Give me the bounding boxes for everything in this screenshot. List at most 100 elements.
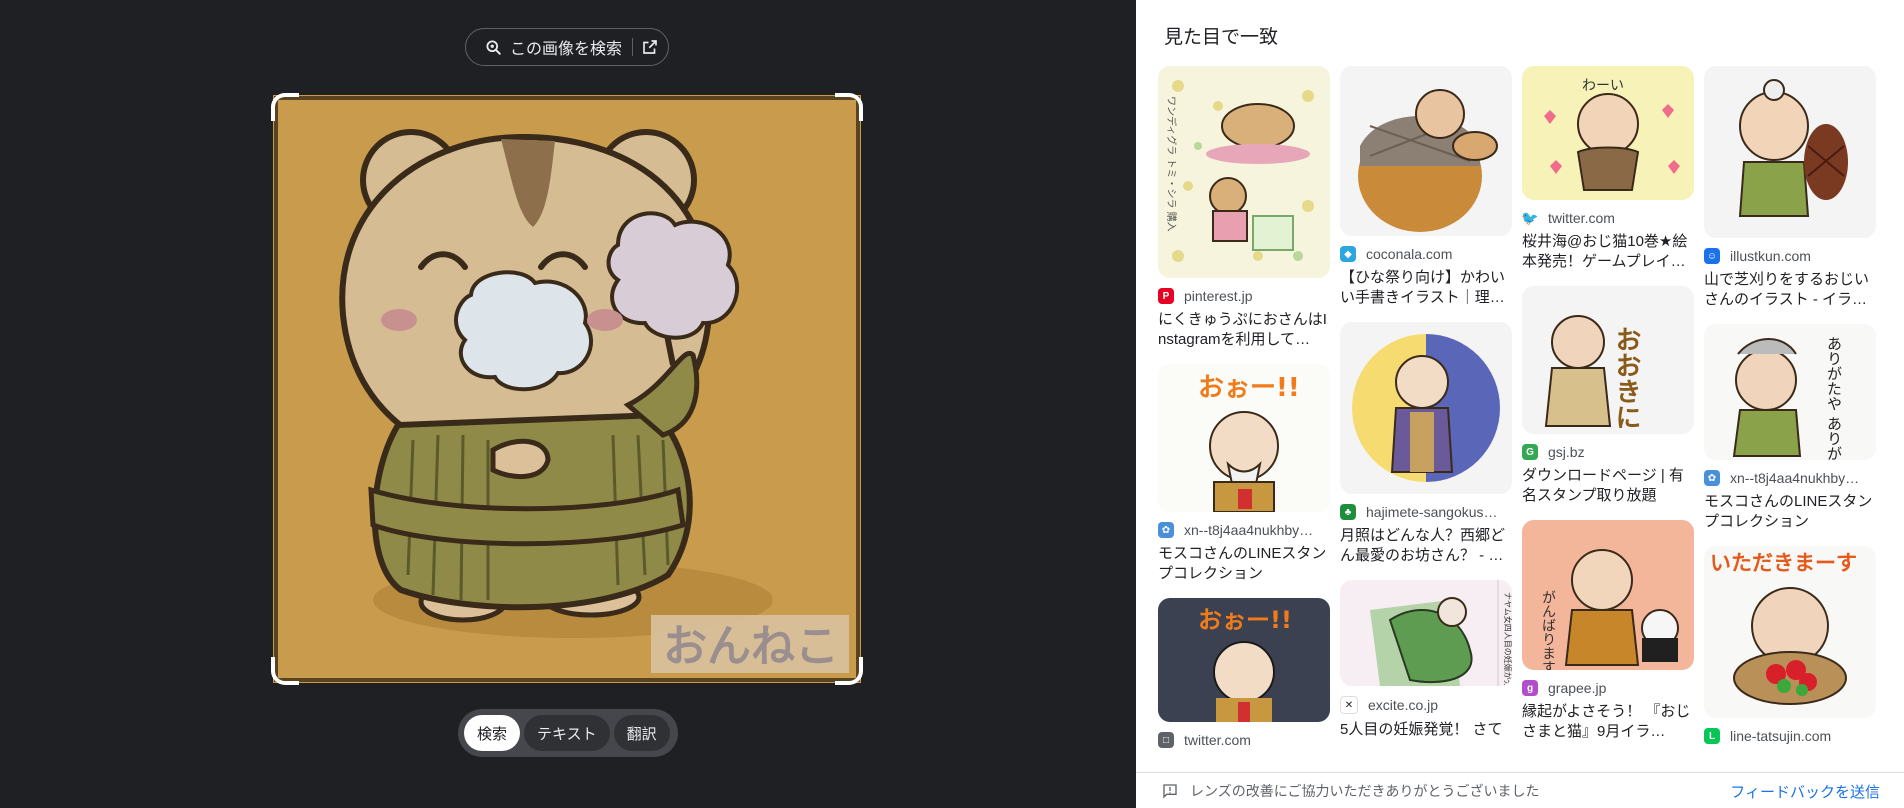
result-thumbnail[interactable]: おおきに (1522, 286, 1694, 434)
selected-image-crop[interactable]: おんねこ (271, 93, 863, 685)
twitter-icon: 🐦 (1522, 210, 1539, 226)
thumb-caption: おぉー!! (1198, 606, 1292, 634)
source-domain: excite.co.jp (1368, 697, 1439, 713)
excite-icon: ✕ (1340, 696, 1358, 714)
source-domain: twitter.com (1184, 732, 1251, 748)
feedback-message: レンズの改善にご協力いただきありがとうございました (1190, 783, 1540, 799)
result-thumbnail[interactable]: わーい (1522, 66, 1694, 200)
mode-search-button[interactable]: 検索 (464, 715, 521, 751)
result-title[interactable]: モスコさんのLINEスタンプコレクション (1158, 544, 1330, 584)
thumb-caption: わーい (1582, 78, 1624, 94)
result-title[interactable]: モスコさんのLINEスタンプコレクション (1704, 492, 1876, 532)
result-title[interactable]: 5人目の妊娠発覚！ さて (1340, 720, 1512, 740)
result-thumbnail[interactable] (1340, 322, 1512, 494)
source-domain: hajimete-sangokus… (1366, 504, 1498, 520)
thumb-caption: ナヤム女四人目の妊娠が分かる (1503, 592, 1512, 686)
result-thumbnail[interactable] (1340, 66, 1512, 236)
result-title[interactable]: 月照はどんな人？西郷どん最愛のお坊さん？ - … (1340, 526, 1512, 566)
result-card[interactable]: ワンディグラ トミ・シラ 購入 P pinterest.jp にくきゅうぷにおさ… (1158, 66, 1330, 350)
search-this-image-button[interactable]: この画像を検索 (465, 28, 669, 66)
send-feedback-link[interactable]: フィードバックを送信 (1730, 781, 1880, 802)
result-card[interactable]: いただきまーす L line-tatsujin.com (1704, 546, 1876, 744)
result-title[interactable]: 【ひな祭り向け】かわいい手書きイラスト｜理… (1340, 268, 1512, 308)
illustkun-icon: ☺ (1704, 248, 1720, 264)
source-domain: xn--t8j4aa4nukhby… (1184, 522, 1314, 538)
result-source: □ twitter.com (1158, 732, 1330, 748)
results-column-2: ◆ coconala.com 【ひな祭り向け】かわいい手書きイラスト｜理… ♣ … (1340, 66, 1512, 754)
source-domain: pinterest.jp (1184, 288, 1253, 304)
result-thumbnail[interactable] (1704, 66, 1876, 238)
source-domain: line-tatsujin.com (1730, 728, 1832, 744)
result-thumbnail[interactable]: ありがたや ありがたや (1704, 324, 1876, 460)
result-thumbnail[interactable]: ワンディグラ トミ・シラ 購入 (1158, 66, 1330, 278)
result-card[interactable]: ☺ illustkun.com 山で芝刈りをするおじいさんのイラスト - イラ… (1704, 66, 1876, 310)
feedback-footer: レンズの改善にご協力いただきありがとうございました フィードバックを送信 (1136, 772, 1904, 808)
result-source: G gsj.bz (1522, 444, 1694, 460)
site-favicon-icon: ✿ (1158, 522, 1174, 538)
lens-icon (486, 40, 501, 55)
result-card[interactable]: おぉー!! ✿ xn--t8j4aa4nukhby… モスコさんのLINEスタン… (1158, 364, 1330, 584)
site-favicon-icon: ♣ (1340, 504, 1356, 520)
crop-handle-bottom-right[interactable] (835, 657, 863, 685)
mode-switcher: 検索 テキスト 翻訳 (458, 709, 678, 757)
result-title[interactable]: にくきゅうぷにおさんはInstagramを利用して… (1158, 310, 1330, 350)
result-source: ☺ illustkun.com (1704, 248, 1876, 264)
source-domain: grapee.jp (1548, 680, 1607, 696)
pinterest-icon: P (1158, 288, 1174, 304)
result-thumbnail[interactable]: いただきまーす (1704, 546, 1876, 718)
result-thumbnail[interactable]: おぉー!! (1158, 598, 1330, 722)
result-source: ◆ coconala.com (1340, 246, 1512, 262)
hamster-illustration: おんねこ (273, 95, 861, 683)
result-card[interactable]: おぉー!! □ twitter.com (1158, 598, 1330, 748)
open-in-new-icon[interactable] (641, 38, 659, 56)
result-card[interactable]: ナヤム女四人目の妊娠が分かる ✕ excite.co.jp 5人目の妊娠発覚！ … (1340, 580, 1512, 740)
result-title[interactable]: 桜井海@おじ猫10巻★絵本発売！ゲームプレイ… (1522, 232, 1694, 272)
watermark-text: おんねこ (663, 621, 839, 672)
result-card[interactable]: がんばります g grapee.jp 縁起がよさそう！ 『おじさまと猫』9月イラ… (1522, 520, 1694, 742)
result-source: ✿ xn--t8j4aa4nukhby… (1704, 470, 1876, 486)
result-card[interactable]: わーい 🐦 twitter.com 桜井海@おじ猫10巻★絵本発売！ゲームプレイ… (1522, 66, 1694, 272)
mode-text-button[interactable]: テキスト (524, 715, 610, 751)
lens-viewer: この画像を検索 おんねこ 検索 テキスト 翻訳 (0, 0, 1136, 808)
source-domain: coconala.com (1366, 246, 1453, 262)
result-source: ✕ excite.co.jp (1340, 696, 1512, 714)
result-source: P pinterest.jp (1158, 288, 1330, 304)
thumb-caption: おおきに (1611, 326, 1641, 430)
thumb-caption: いただきまーす (1710, 551, 1857, 575)
grapee-icon: g (1522, 680, 1538, 696)
crop-handle-bottom-left[interactable] (271, 657, 299, 685)
crop-handle-top-left[interactable] (271, 93, 299, 121)
result-thumbnail[interactable]: おぉー!! (1158, 364, 1330, 512)
result-card[interactable]: ♣ hajimete-sangokus… 月照はどんな人？西郷どん最愛のお坊さん… (1340, 322, 1512, 566)
results-column-1: ワンディグラ トミ・シラ 購入 P pinterest.jp にくきゅうぷにおさ… (1158, 66, 1330, 762)
source-domain: illustkun.com (1730, 248, 1811, 264)
result-source: L line-tatsujin.com (1704, 728, 1876, 744)
source-domain: gsj.bz (1548, 444, 1585, 460)
result-card[interactable]: おおきに G gsj.bz ダウンロードページ | 有名スタンプ取り放題 (1522, 286, 1694, 506)
coconala-icon: ◆ (1340, 246, 1356, 262)
thumb-caption: おぉー!! (1198, 373, 1300, 403)
result-source: ✿ xn--t8j4aa4nukhby… (1158, 522, 1330, 538)
result-card[interactable]: ありがたや ありがたや ✿ xn--t8j4aa4nukhby… モスコさんのL… (1704, 324, 1876, 532)
result-title[interactable]: 山で芝刈りをするおじいさんのイラスト - イラ… (1704, 270, 1876, 310)
result-card[interactable]: ◆ coconala.com 【ひな祭り向け】かわいい手書きイラスト｜理… (1340, 66, 1512, 308)
mode-translate-button[interactable]: 翻訳 (613, 715, 670, 751)
results-column-4: ☺ illustkun.com 山で芝刈りをするおじいさんのイラスト - イラ…… (1704, 66, 1876, 758)
site-favicon-icon: ✿ (1704, 470, 1720, 486)
result-source: g grapee.jp (1522, 680, 1694, 696)
result-title[interactable]: ダウンロードページ | 有名スタンプ取り放題 (1522, 466, 1694, 506)
result-thumbnail[interactable]: ナヤム女四人目の妊娠が分かる (1340, 580, 1512, 686)
result-title[interactable]: 縁起がよさそう！ 『おじさまと猫』9月イラ… (1522, 702, 1694, 742)
result-source: 🐦 twitter.com (1522, 210, 1694, 226)
result-thumbnail[interactable]: がんばります (1522, 520, 1694, 670)
divider (632, 38, 634, 56)
visual-matches-heading: 見た目で一致 (1164, 27, 1279, 48)
crop-handle-top-right[interactable] (835, 93, 863, 121)
thumb-caption: ワンディグラ トミ・シラ 購入 (1165, 96, 1178, 232)
result-source: ♣ hajimete-sangokus… (1340, 504, 1512, 520)
thumb-caption: がんばります (1540, 590, 1556, 670)
source-domain: twitter.com (1548, 210, 1615, 226)
line-icon: L (1704, 728, 1720, 744)
site-favicon-icon: □ (1158, 732, 1174, 748)
results-panel: 見た目で一致 ワンディグラ トミ・シラ 購入 P pinterest.jp にく… (1136, 0, 1904, 808)
